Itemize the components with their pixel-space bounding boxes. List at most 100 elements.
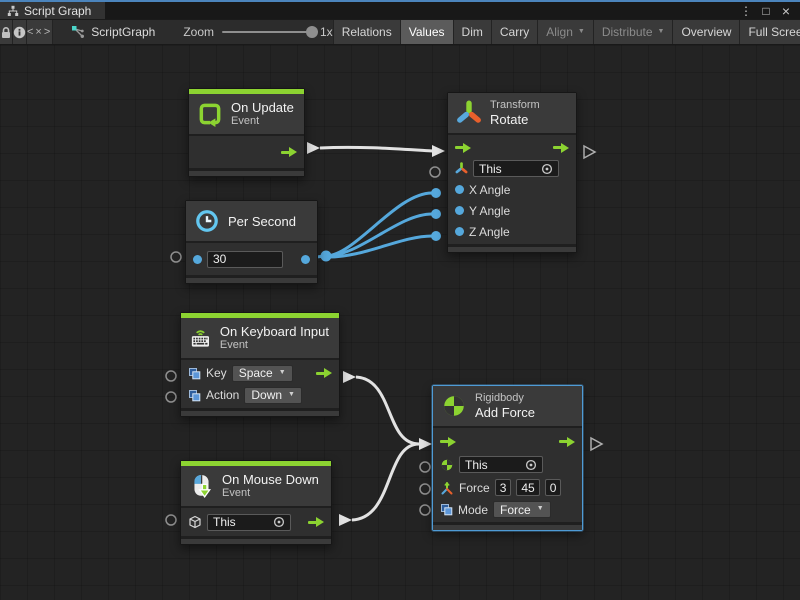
value-in-port[interactable] <box>455 185 464 194</box>
flow-out-port[interactable] <box>559 437 575 447</box>
value-port-addforce-mode[interactable] <box>420 505 430 515</box>
clock-icon <box>194 208 220 234</box>
node-per-second[interactable]: Per Second 30 <box>185 200 318 284</box>
this-field[interactable]: This <box>459 456 543 473</box>
flow-out-port[interactable] <box>553 143 569 153</box>
wire-junction-dot[interactable] <box>321 251 332 262</box>
wire-start-triangle[interactable] <box>307 142 320 154</box>
maximize-icon[interactable]: □ <box>758 4 774 18</box>
node-footer <box>181 408 339 416</box>
mode-value: Force <box>500 503 531 517</box>
vector3-axis-icon <box>440 481 454 495</box>
lock-button[interactable] <box>0 20 13 44</box>
target-icon[interactable] <box>541 163 553 175</box>
code-icon: <×> <box>27 26 52 38</box>
wire-persecond-yangle[interactable] <box>326 214 432 256</box>
mode-label: Mode <box>458 503 488 517</box>
flow-out-port[interactable] <box>308 517 324 527</box>
fullscreen-button[interactable]: Full Screen <box>739 20 800 44</box>
wire-end-dot <box>431 188 441 198</box>
this-field[interactable]: This <box>207 514 291 531</box>
node-title: Rotate <box>490 112 540 127</box>
action-dropdown[interactable]: Down <box>244 387 302 404</box>
flow-in-port[interactable] <box>455 143 471 153</box>
value-port-persecond[interactable] <box>171 252 181 262</box>
node-keyboard-input[interactable]: On Keyboard Input Event Key Space <box>180 312 340 417</box>
key-dropdown[interactable]: Space <box>232 365 293 382</box>
value-in-port[interactable] <box>455 206 464 215</box>
flow-in-port[interactable] <box>440 437 456 447</box>
action-label: Action <box>206 388 239 402</box>
loop-icon <box>197 101 223 127</box>
value-port-action[interactable] <box>166 392 176 402</box>
value-out-port[interactable] <box>301 255 310 264</box>
mode-dropdown[interactable]: Force <box>493 501 551 518</box>
target-icon[interactable] <box>273 516 285 528</box>
graph-canvas[interactable]: On Update Event Tran <box>0 45 800 600</box>
tab-bar: Script Graph ⋮ □ × <box>0 0 800 19</box>
key-label: Key <box>206 366 227 380</box>
wire-update-rotate[interactable] <box>320 147 433 151</box>
wire-persecond-zangle[interactable] <box>326 236 432 257</box>
tab-script-graph[interactable]: Script Graph <box>0 2 105 19</box>
node-mouse-down[interactable]: On Mouse Down Event This <box>180 460 332 545</box>
graph-name[interactable]: ScriptGraph <box>71 20 155 44</box>
value-port-rotate-this[interactable] <box>430 167 440 177</box>
wire-start-triangle[interactable] <box>339 514 352 526</box>
align-dropdown[interactable]: Align <box>537 20 593 44</box>
graph-name-label: ScriptGraph <box>91 25 155 39</box>
flow-out-port[interactable] <box>316 368 332 378</box>
overview-button[interactable]: Overview <box>672 20 739 44</box>
zoom-slider[interactable] <box>222 31 312 33</box>
per-second-input[interactable]: 30 <box>207 251 283 268</box>
values-button[interactable]: Values <box>400 20 453 44</box>
relations-button[interactable]: Relations <box>333 20 400 44</box>
node-on-update[interactable]: On Update Event <box>188 88 305 177</box>
value-in-port[interactable] <box>193 255 202 264</box>
wire-keyboard-addforce[interactable] <box>356 377 419 444</box>
wire-mouse-addforce[interactable] <box>352 444 419 520</box>
node-rotate[interactable]: Transform Rotate This <box>447 92 577 253</box>
this-field[interactable]: This <box>473 160 559 177</box>
port-label: X Angle <box>469 183 510 197</box>
node-subtitle: Event <box>222 487 319 500</box>
value-port-key[interactable] <box>166 371 176 381</box>
force-y-input[interactable]: 45 <box>516 479 539 496</box>
mouse-icon <box>189 473 214 499</box>
dim-button[interactable]: Dim <box>453 20 491 44</box>
action-value: Down <box>251 388 282 402</box>
lock-icon <box>0 26 12 39</box>
value-port-addforce-this[interactable] <box>420 462 430 472</box>
keyboard-icon <box>189 326 212 350</box>
wire-start-triangle[interactable] <box>343 371 356 383</box>
carry-button[interactable]: Carry <box>491 20 537 44</box>
zoom-slider-handle[interactable] <box>306 26 318 38</box>
info-button[interactable] <box>13 20 27 44</box>
node-title: On Mouse Down <box>222 472 319 487</box>
zoom-control: Zoom 1x <box>183 20 332 44</box>
script-graph-icon <box>71 25 85 39</box>
tab-label: Script Graph <box>24 4 91 18</box>
value-port-mouse-this[interactable] <box>166 515 176 525</box>
node-header: Per Second <box>186 201 317 243</box>
wire-end-dot <box>431 231 441 241</box>
window-controls: ⋮ □ × <box>738 2 800 19</box>
node-title: Add Force <box>475 405 535 420</box>
code-view-button[interactable]: <×> <box>27 20 53 44</box>
menu-icon[interactable]: ⋮ <box>738 4 754 18</box>
flow-port-addforce-out[interactable] <box>591 438 602 450</box>
value-in-port[interactable] <box>455 227 464 236</box>
distribute-dropdown[interactable]: Distribute <box>593 20 673 44</box>
value-port-addforce-force[interactable] <box>420 484 430 494</box>
target-icon[interactable] <box>525 459 537 471</box>
force-z-input[interactable]: 0 <box>545 479 562 496</box>
wire-arrowhead <box>432 145 445 157</box>
flow-port-rotate-out[interactable] <box>584 146 595 158</box>
per-second-value: 30 <box>213 252 226 266</box>
force-x-input[interactable]: 3 <box>495 479 512 496</box>
wire-persecond-xangle[interactable] <box>326 193 432 256</box>
transform-icon <box>456 100 482 126</box>
flow-out-port[interactable] <box>281 147 297 157</box>
close-icon[interactable]: × <box>778 3 794 19</box>
node-add-force[interactable]: Rigidbody Add Force Thi <box>432 385 583 531</box>
